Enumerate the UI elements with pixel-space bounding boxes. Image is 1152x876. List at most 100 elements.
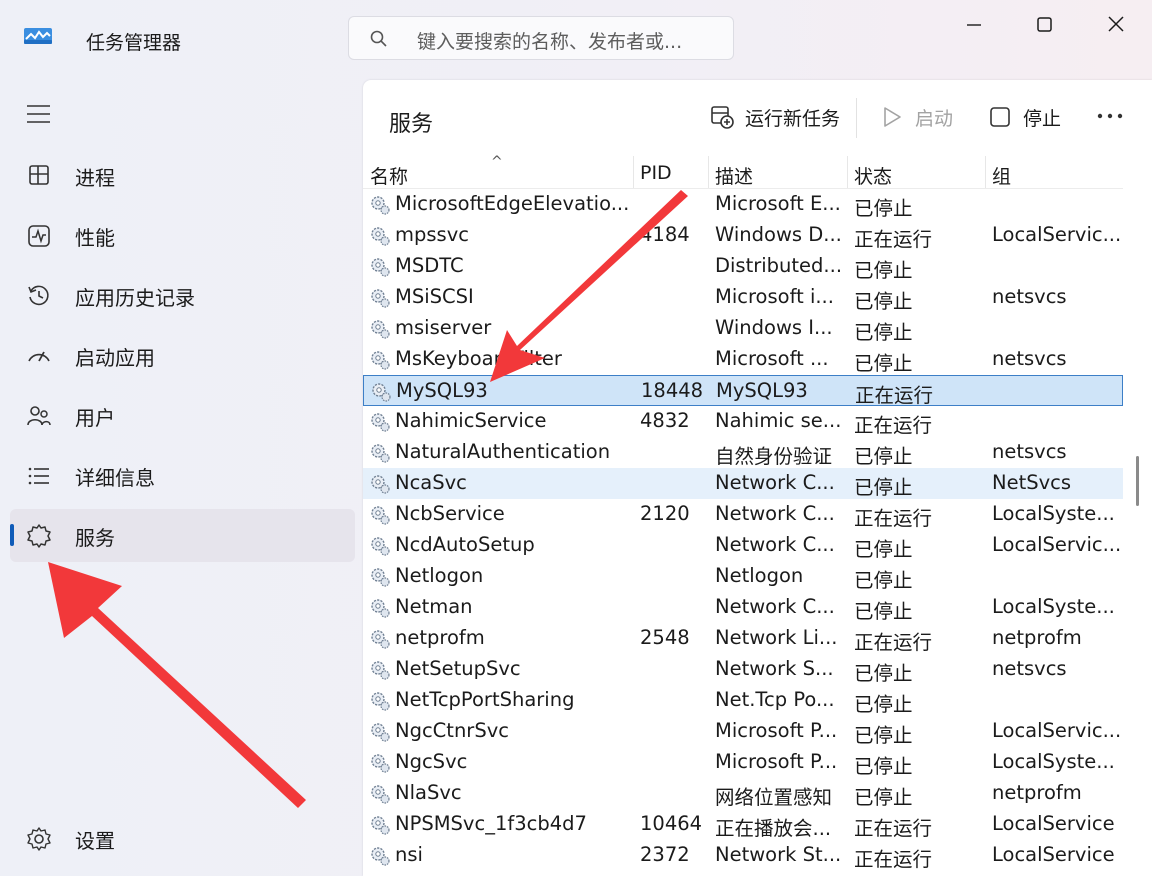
- cell-description: Microsoft P...: [715, 750, 838, 773]
- start-label: 启动: [915, 107, 954, 130]
- table-row[interactable]: Netman Network C... 已停止 LocalSyste...: [363, 592, 1123, 623]
- cell-group: netsvcs: [992, 440, 1067, 463]
- cell-description: Windows D...: [715, 223, 842, 246]
- cell-group: netsvcs: [992, 657, 1067, 680]
- scrollbar-thumb[interactable]: [1136, 456, 1139, 506]
- cell-pid: 2120: [640, 502, 690, 525]
- cell-status: 已停止: [854, 786, 913, 809]
- cell-group: netprofm: [992, 626, 1082, 649]
- cell-name: MSDTC: [395, 254, 464, 277]
- more-options-icon[interactable]: [1096, 106, 1124, 126]
- column-header-pid[interactable]: PID: [640, 162, 672, 184]
- service-gear-icon: [371, 258, 390, 277]
- cell-status: 已停止: [854, 569, 913, 592]
- sidebar-item-startup-apps[interactable]: 启动应用: [10, 329, 355, 382]
- sidebar-item-settings[interactable]: 设置: [10, 812, 355, 865]
- table-row[interactable]: NlaSvc 网络位置感知 已停止 netprofm: [363, 778, 1123, 809]
- sidebar-item-performance[interactable]: 性能: [10, 209, 355, 262]
- table-row[interactable]: MicrosoftEdgeElevatio... Microsoft E... 已停…: [363, 189, 1123, 220]
- column-header-status[interactable]: 状态: [854, 162, 892, 189]
- cell-status: 正在运行: [854, 817, 933, 840]
- cell-group: netprofm: [992, 781, 1082, 804]
- sidebar-item-users[interactable]: 用户: [10, 389, 355, 442]
- cell-status: 正在运行: [854, 228, 933, 251]
- task-manager-app-icon: [24, 28, 52, 44]
- service-gear-icon: [371, 320, 390, 339]
- service-gear-icon: [371, 568, 390, 587]
- table-row[interactable]: NcaSvc Network C... 已停止 NetSvcs: [363, 468, 1123, 499]
- table-row[interactable]: NgcCtnrSvc Microsoft P... 已停止 LocalServic..…: [363, 716, 1123, 747]
- service-gear-icon: [371, 692, 390, 711]
- start-button[interactable]: 启动: [879, 102, 953, 132]
- column-divider[interactable]: [847, 156, 848, 188]
- cell-status: 已停止: [854, 290, 913, 313]
- maximize-icon[interactable]: [1026, 10, 1062, 40]
- search-placeholder[interactable]: 键入要搜索的名称、发布者或...: [417, 27, 682, 54]
- cell-status: 已停止: [854, 476, 913, 499]
- sidebar-item-app-history[interactable]: 应用历史记录: [10, 269, 355, 322]
- service-gear-icon: [371, 661, 390, 680]
- table-row[interactable]: MSDTC Distributed... 已停止: [363, 251, 1123, 282]
- sidebar-item-services[interactable]: 服务: [10, 509, 355, 562]
- sidebar-item-label: 用户: [75, 406, 115, 430]
- cell-status: 已停止: [854, 197, 913, 220]
- cell-status: 正在运行: [854, 631, 933, 654]
- table-row[interactable]: NahimicService 4832 Nahimic se... 正在运行: [363, 406, 1123, 437]
- sidebar-item-processes[interactable]: 进程: [10, 149, 355, 202]
- column-header-name[interactable]: 名称: [370, 162, 408, 189]
- hamburger-menu-icon[interactable]: [24, 101, 54, 127]
- cell-name: NetSetupSvc: [395, 657, 521, 680]
- table-row[interactable]: MySQL93 18448 MySQL93 正在运行: [363, 375, 1123, 407]
- settings-label: 设置: [75, 829, 115, 853]
- table-row[interactable]: NaturalAuthentication 自然身份验证 已停止 netsvcs: [363, 437, 1123, 468]
- table-row[interactable]: NgcSvc Microsoft P... 已停止 LocalSyste...: [363, 747, 1123, 778]
- sidebar-item-label: 详细信息: [75, 466, 155, 490]
- annotation-arrow-to-services: [48, 562, 306, 808]
- column-divider[interactable]: [985, 156, 986, 188]
- run-new-task-button[interactable]: 运行新任务: [709, 102, 840, 132]
- table-row[interactable]: Netlogon Netlogon 已停止: [363, 561, 1123, 592]
- table-row[interactable]: netprofm 2548 Network Li... 正在运行 netprofm: [363, 623, 1123, 654]
- cell-name: Netman: [395, 595, 473, 618]
- service-gear-icon: [371, 754, 390, 773]
- table-row[interactable]: NcdAutoSetup Network C... 已停止 LocalServic..…: [363, 530, 1123, 561]
- column-divider[interactable]: [708, 156, 709, 188]
- details-icon: [28, 467, 49, 485]
- cell-name: MsKeyboardFilter: [395, 347, 562, 370]
- table-row[interactable]: mpssvc 4184 Windows D... 正在运行 LocalServic...: [363, 220, 1123, 251]
- cell-description: Network C...: [715, 595, 835, 618]
- cell-name: NgcCtnrSvc: [395, 719, 509, 742]
- close-icon[interactable]: [1098, 10, 1134, 40]
- stop-button[interactable]: 停止: [987, 102, 1061, 132]
- service-gear-icon: [371, 227, 390, 246]
- table-row[interactable]: MsKeyboardFilter Microsoft ... 已停止 netsvcs: [363, 344, 1123, 375]
- cell-pid: 18448: [641, 379, 704, 402]
- cell-group: LocalServic...: [992, 533, 1122, 556]
- table-row[interactable]: NPSMSvc_1f3cb4d7 10464 正在播放会... 正在运行 LocalSe…: [363, 809, 1123, 840]
- column-divider[interactable]: [633, 156, 634, 188]
- column-header-group[interactable]: 组: [992, 162, 1011, 189]
- minimize-icon[interactable]: [956, 10, 992, 40]
- search-box[interactable]: 键入要搜索的名称、发布者或...: [348, 16, 734, 60]
- table-row[interactable]: NcbService 2120 Network C... 正在运行 LocalSyste…: [363, 499, 1123, 530]
- cell-group: LocalService: [992, 812, 1115, 835]
- cell-description: Network St...: [715, 843, 842, 866]
- table-row[interactable]: NetSetupSvc Network S... 已停止 netsvcs: [363, 654, 1123, 685]
- service-gear-icon: [371, 599, 390, 618]
- table-row[interactable]: NetTcpPortSharing Net.Tcp Po... 已停止: [363, 685, 1123, 716]
- table-row[interactable]: MSiSCSI Microsoft i... 已停止 netsvcs: [363, 282, 1123, 313]
- cell-description: Network S...: [715, 657, 834, 680]
- toolbar-divider: [856, 98, 857, 138]
- table-row[interactable]: msiserver Windows I... 已停止: [363, 313, 1123, 344]
- table-row[interactable]: nsi 2372 Network St... 正在运行 LocalService: [363, 840, 1123, 871]
- service-gear-icon: [371, 816, 390, 835]
- app-title: 任务管理器: [86, 32, 182, 54]
- page-title: 服务: [389, 112, 434, 137]
- sidebar-item-label: 启动应用: [75, 346, 155, 370]
- cell-name: MySQL93: [396, 379, 488, 402]
- users-icon: [27, 406, 51, 426]
- table-header: ^ 名称 PID 描述 状态 组: [363, 154, 1123, 189]
- cell-name: NgcSvc: [395, 750, 468, 773]
- column-header-description[interactable]: 描述: [715, 162, 753, 189]
- sidebar-item-details[interactable]: 详细信息: [10, 449, 355, 502]
